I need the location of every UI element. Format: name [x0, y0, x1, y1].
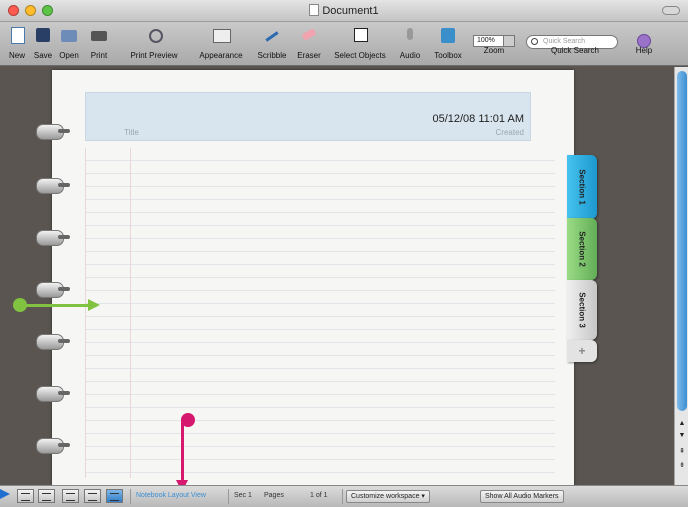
outline-view-button[interactable]	[38, 489, 55, 503]
tab-section-3[interactable]: Section 3	[567, 280, 597, 340]
new-document-icon	[6, 24, 28, 46]
scrollbar-thumb[interactable]	[677, 71, 687, 411]
print-layout-view-button[interactable]	[84, 489, 101, 503]
select-objects-button[interactable]: Select Objects	[325, 24, 395, 60]
microphone-icon	[399, 24, 421, 46]
new-button[interactable]: New	[4, 24, 30, 60]
callout-arrow-pink	[181, 420, 184, 482]
zoom-label: Zoom	[483, 46, 505, 55]
status-divider	[130, 489, 131, 504]
ruled-note-area[interactable]	[85, 148, 555, 478]
quick-search-label: Quick Search	[550, 46, 600, 55]
document-icon	[309, 4, 320, 16]
page-count: 1 of 1	[310, 492, 328, 499]
print-button[interactable]: Print	[86, 24, 112, 60]
search-icon	[531, 38, 538, 45]
tab-section-1[interactable]: Section 1	[567, 155, 597, 219]
open-icon	[58, 24, 80, 46]
audio-button[interactable]: Audio	[395, 24, 425, 60]
binder-ring-icon	[36, 282, 70, 298]
select-objects-icon	[349, 24, 371, 46]
eraser-icon	[298, 24, 320, 46]
publishing-layout-view-button[interactable]	[62, 489, 79, 503]
page-header: 05/12/08 11:01 AM Title Created	[85, 92, 531, 141]
save-button[interactable]: Save	[30, 24, 56, 60]
callout-arrow-green	[24, 304, 88, 307]
scribble-pen-icon	[261, 24, 283, 46]
draft-view-button[interactable]	[17, 489, 34, 503]
binder-ring-icon	[36, 386, 70, 402]
toolbar-toggle-button[interactable]	[662, 6, 680, 15]
scribble-button[interactable]: Scribble	[251, 24, 293, 60]
toolbox-icon	[437, 24, 459, 46]
view-mode-label: Notebook Layout View	[136, 492, 206, 499]
appearance-icon	[210, 24, 232, 46]
status-bar: Notebook Layout View Sec 1 Pages 1 of 1 …	[0, 485, 688, 507]
show-audio-markers-button[interactable]: Show All Audio Markers	[480, 490, 564, 503]
save-icon	[32, 24, 54, 46]
status-divider	[342, 489, 343, 504]
binder-ring-icon	[36, 230, 70, 246]
print-icon	[88, 24, 110, 46]
window-titlebar: Document1	[0, 0, 688, 22]
scroll-up-icon[interactable]: ▲	[675, 419, 688, 429]
section-indicator: Sec 1	[234, 492, 252, 499]
binder-ring-icon	[36, 124, 70, 140]
binder-ring-icon	[36, 334, 70, 350]
created-label: Created	[495, 128, 524, 137]
scroll-down-icon[interactable]: ▼	[675, 431, 688, 441]
toolbar: New Save Open Print Print Preview Appear…	[0, 22, 688, 66]
vertical-scrollbar[interactable]: ▲ ▼ ⇞ ⇟	[674, 67, 688, 485]
plus-icon: +	[578, 344, 586, 358]
arrowhead-icon	[88, 299, 100, 311]
next-page-icon[interactable]: ⇟	[675, 461, 688, 471]
open-button[interactable]: Open	[56, 24, 82, 60]
binder-ring-icon	[36, 438, 70, 454]
zoom-stepper[interactable]	[503, 36, 514, 46]
customize-workspace-button[interactable]: Customize workspace ▾	[346, 490, 430, 503]
eraser-button[interactable]: Eraser	[293, 24, 325, 60]
print-preview-button[interactable]: Print Preview	[116, 24, 192, 60]
margin-rule	[130, 148, 131, 478]
binder-ring-icon	[36, 178, 70, 194]
add-section-button[interactable]: +	[567, 340, 597, 362]
status-divider	[228, 489, 229, 504]
page-title-field[interactable]: Title	[124, 128, 139, 137]
callout-arrow-blue	[0, 489, 10, 499]
notebook-layout-view-button[interactable]	[106, 489, 123, 503]
toolbox-button[interactable]: Toolbox	[428, 24, 468, 60]
pages-label: Pages	[264, 492, 284, 499]
previous-page-icon[interactable]: ⇞	[675, 447, 688, 457]
tab-section-2[interactable]: Section 2	[567, 218, 597, 280]
window-title: Document1	[0, 4, 688, 17]
print-preview-icon	[143, 24, 165, 46]
page-date: 05/12/08 11:01 AM	[432, 113, 524, 125]
help-button[interactable]: Help	[628, 46, 660, 55]
appearance-button[interactable]: Appearance	[193, 24, 249, 60]
